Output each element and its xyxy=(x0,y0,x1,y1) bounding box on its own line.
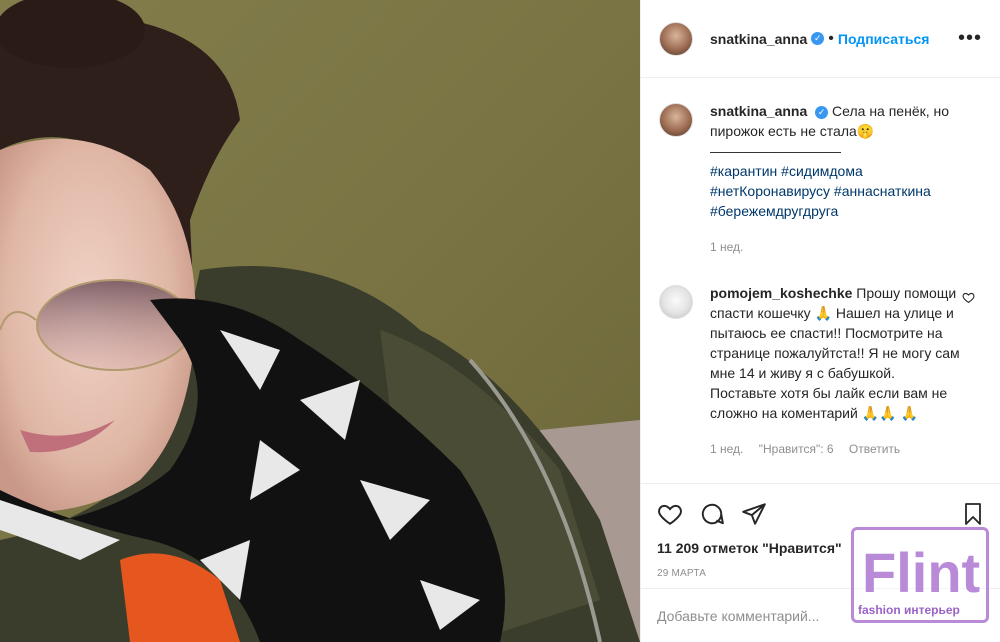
comment-bubble-icon[interactable] xyxy=(699,501,725,527)
flint-watermark-logo: Flint fashion интерьер xyxy=(851,527,989,623)
comment-like-heart-icon[interactable] xyxy=(962,291,975,309)
author-username[interactable]: snatkina_anna xyxy=(710,31,807,47)
author-avatar[interactable] xyxy=(659,21,693,56)
logo-wordmark: Flint xyxy=(862,541,980,604)
verified-badge-icon: ✓ xyxy=(811,32,825,45)
caption-age[interactable]: 1 нед. xyxy=(710,240,743,254)
caption-body: snatkina_anna ✓ Села на пенёк, но пирожо… xyxy=(710,101,960,257)
hashtag[interactable]: #нетКоронавирусу xyxy=(710,183,830,199)
commenter-avatar[interactable] xyxy=(659,285,693,319)
hashtag[interactable]: #бережемдругдруга xyxy=(710,203,838,219)
hashtag[interactable]: #карантин xyxy=(710,163,777,179)
hashtag-list: #карантин #сидимдома #нетКоронавирусу #а… xyxy=(710,161,960,221)
share-plane-icon[interactable] xyxy=(741,501,767,527)
flint-logo-graphic: Flint fashion интерьер xyxy=(858,541,980,617)
separator-dot: • xyxy=(828,29,834,47)
logo-tagline: fashion интерьер xyxy=(858,603,960,617)
comment-likes[interactable]: "Нравится": 6 xyxy=(759,442,834,456)
caption-author-avatar[interactable] xyxy=(659,103,693,137)
comment-meta: 1 нед. "Нравится": 6 Ответить xyxy=(710,439,960,459)
hashtag[interactable]: #сидимдома xyxy=(781,163,863,179)
post-photo[interactable] xyxy=(0,0,640,642)
bookmark-icon[interactable] xyxy=(961,501,985,527)
caption: snatkina_anna ✓ Села на пенёк, но пирожо… xyxy=(659,101,983,257)
selfie-illustration xyxy=(0,0,640,642)
caption-divider: —————————— xyxy=(710,143,841,159)
comment-username[interactable]: pomojem_koshechke xyxy=(710,285,852,301)
verified-badge-icon: ✓ xyxy=(815,106,829,119)
comment-age[interactable]: 1 нед. xyxy=(710,442,743,456)
comment-item: pomojem_koshechke Прошу помощи спасти ко… xyxy=(659,283,983,459)
like-heart-icon[interactable] xyxy=(657,501,683,527)
caption-meta: 1 нед. xyxy=(710,237,960,257)
comment-text: Прошу помощи спасти кошечку 🙏 Нашел на у… xyxy=(710,285,960,421)
reply-button[interactable]: Ответить xyxy=(849,442,900,456)
hashtag[interactable]: #аннаснаткина xyxy=(834,183,931,199)
caption-username[interactable]: snatkina_anna xyxy=(710,103,807,119)
comment-body: pomojem_koshechke Прошу помощи спасти ко… xyxy=(710,283,960,459)
more-options-icon[interactable]: ••• xyxy=(958,27,982,50)
follow-button[interactable]: Подписаться xyxy=(838,31,930,47)
post-header: snatkina_anna ✓ • Подписаться ••• xyxy=(641,0,1000,78)
comments-list[interactable]: snatkina_anna ✓ Села на пенёк, но пирожо… xyxy=(641,79,1000,483)
